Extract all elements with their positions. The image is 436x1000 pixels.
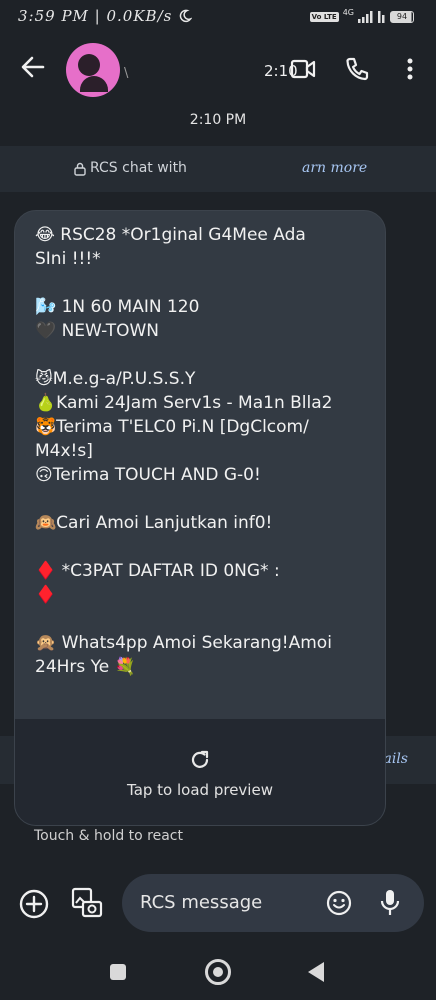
message-line — [35, 535, 375, 559]
system-nav-bar — [0, 948, 436, 1000]
nav-back-icon[interactable] — [308, 962, 324, 982]
message-line: 😼M.e.g-a/P.U.S.S.Y — [35, 369, 196, 389]
message-timestamp: 2:10 PM — [189, 112, 247, 128]
back-arrow-icon[interactable] — [18, 52, 48, 82]
message-line — [35, 271, 375, 295]
react-hint: Touch & hold to react — [34, 828, 183, 844]
message-line: ♦️ *C3PAT DAFTAR ID 0NG* : — [35, 561, 280, 581]
home-icon[interactable] — [205, 959, 231, 985]
message-line: 🖤 NEW-TOWN — [35, 321, 160, 341]
signal-icon — [358, 10, 373, 23]
status-time-text: 3:59 PM | 0.0KB/s — [18, 7, 173, 25]
add-icon[interactable] — [18, 888, 50, 920]
message-line: 🌬️ 1N 60 MAIN 120 — [35, 297, 200, 317]
recents-icon[interactable] — [110, 964, 126, 980]
moon-icon — [179, 9, 193, 23]
learn-more-link[interactable]: arn more — [302, 160, 367, 176]
message-line: 🙊 Whats4pp Amoi Sekarang!Amoi — [35, 633, 332, 653]
mic-icon[interactable] — [378, 888, 402, 918]
gallery-camera-icon[interactable] — [70, 886, 104, 920]
status-time-speed: 3:59 PM | 0.0KB/s — [18, 7, 193, 25]
rcs-banner-text: RCS chat with — [90, 160, 187, 176]
message-input-placeholder: RCS message — [140, 892, 263, 913]
status-icons: Vo LTE 4G 94 — [309, 8, 414, 25]
battery-level: 94 — [396, 11, 408, 21]
wifi-icon — [378, 10, 385, 23]
message-line: 🙃Terima TOUCH AND G-0! — [35, 465, 261, 485]
message-body: 😂 RSC28 *Or1ginal G4Mee Ada SIni !!!* 🌬️… — [35, 223, 375, 679]
battery-icon: 94 — [390, 10, 414, 23]
more-vert-icon[interactable] — [398, 56, 422, 82]
lock-icon — [74, 162, 86, 176]
message-line: 24Hrs Ye 💐 — [35, 657, 136, 677]
message-line: 🐯Terima T'ELC0 Pi.N [DgClcom/ — [35, 417, 309, 437]
message-bubble[interactable]: 😂 RSC28 *Or1ginal G4Mee Ada SIni !!!* 🌬️… — [14, 210, 386, 826]
message-input[interactable]: RCS message — [122, 874, 424, 932]
details-link[interactable]: ails — [384, 751, 409, 767]
phone-icon[interactable] — [344, 56, 370, 82]
reload-icon[interactable] — [189, 749, 211, 771]
tap-to-load-preview[interactable]: Tap to load preview — [15, 781, 385, 799]
avatar-head — [78, 54, 100, 76]
status-bar: 3:59 PM | 0.0KB/s Vo LTE 4G 94 — [0, 0, 436, 34]
redacted-region — [196, 154, 296, 184]
message-line: 😂 RSC28 *Or1ginal G4Mee Ada — [35, 225, 306, 245]
contact-avatar[interactable] — [66, 43, 120, 97]
message-line: 🙉Cari Amoi Lanjutkan inf0! — [35, 513, 273, 533]
network-type: 4G — [342, 8, 354, 17]
link-preview[interactable]: Tap to load preview — [15, 719, 385, 825]
video-call-icon[interactable] — [290, 58, 316, 80]
message-line — [35, 607, 375, 631]
message-line: ♦️ — [35, 585, 57, 605]
message-line: SIni !!!* — [35, 249, 101, 269]
volte-badge: Vo LTE — [309, 11, 339, 22]
message-line — [35, 343, 375, 367]
avatar-body — [80, 76, 108, 92]
contact-name-fragment: \ — [124, 66, 129, 81]
messages-screen: 3:59 PM | 0.0KB/s Vo LTE 4G 94 \ 2:10 2:… — [0, 0, 436, 1000]
rcs-banner: RCS chat with arn more — [0, 146, 436, 192]
conversation-header: \ 2:10 — [0, 34, 436, 104]
emoji-icon[interactable] — [326, 890, 352, 916]
message-line: 🍐Kami 24Jam Serv1s - Ma1n Blla2 — [35, 393, 333, 413]
message-line: M4x!s] — [35, 441, 93, 461]
message-line — [35, 487, 375, 511]
